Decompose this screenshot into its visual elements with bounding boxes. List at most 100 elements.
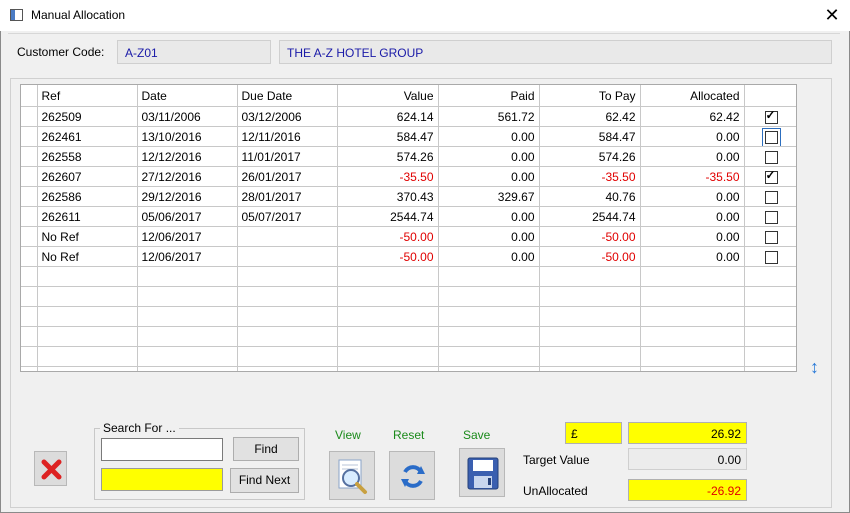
row-indicator[interactable] bbox=[21, 166, 38, 187]
magnifier-icon bbox=[338, 459, 367, 494]
empty-cell bbox=[539, 346, 641, 367]
row-indicator[interactable] bbox=[21, 126, 38, 147]
empty-cell bbox=[137, 306, 238, 327]
cell-allocated[interactable]: 0.00 bbox=[640, 206, 745, 227]
cell-allocated[interactable]: 0.00 bbox=[640, 186, 745, 207]
customer-code-field: A-Z01 bbox=[117, 40, 271, 64]
cell-ref: 262461 bbox=[37, 126, 138, 147]
allocate-checkbox[interactable] bbox=[764, 230, 778, 244]
floppy-disk-icon bbox=[467, 457, 499, 490]
select-cell bbox=[744, 146, 796, 167]
delete-button[interactable] bbox=[34, 451, 67, 486]
table-row[interactable]: No Ref 12/06/2017 -50.00 0.00 -50.00 0.00 bbox=[21, 246, 796, 267]
empty-cell bbox=[539, 326, 641, 347]
cell-value: 370.43 bbox=[337, 186, 439, 207]
column-header-paid[interactable]: Paid bbox=[438, 85, 540, 107]
table-row[interactable]: 262558 12/12/2016 11/01/2017 574.26 0.00 574.… bbox=[21, 146, 796, 167]
allocate-checkbox[interactable] bbox=[764, 108, 778, 124]
row-indicator-header bbox=[21, 85, 38, 107]
column-header-value[interactable]: Value bbox=[337, 85, 439, 107]
row-indicator[interactable] bbox=[21, 226, 38, 247]
column-header-date[interactable]: Date bbox=[137, 85, 238, 107]
select-cell bbox=[744, 186, 796, 207]
cell-allocated[interactable]: -35.50 bbox=[640, 166, 745, 187]
empty-cell bbox=[438, 366, 540, 371]
empty-cell bbox=[37, 306, 138, 327]
table-row[interactable]: 262461 13/10/2016 12/11/2016 584.47 0.00 584.… bbox=[21, 126, 796, 147]
empty-cell bbox=[21, 326, 38, 347]
cell-due-date: 05/07/2017 bbox=[237, 206, 338, 227]
currency-field: £ bbox=[565, 422, 622, 444]
cell-allocated[interactable]: 0.00 bbox=[640, 146, 745, 167]
empty-cell bbox=[337, 266, 439, 287]
empty-cell bbox=[237, 286, 338, 307]
view-label: View bbox=[335, 428, 361, 442]
column-header-allocated[interactable]: Allocated bbox=[640, 85, 745, 107]
table-row[interactable]: 262611 05/06/2017 05/07/2017 2544.74 0.00 254… bbox=[21, 206, 796, 227]
find-next-button[interactable]: Find Next bbox=[230, 468, 299, 493]
cell-to-pay: -35.50 bbox=[539, 166, 641, 187]
cell-due-date: 03/12/2006 bbox=[237, 106, 338, 127]
row-indicator[interactable] bbox=[21, 186, 38, 207]
find-button[interactable]: Find bbox=[233, 437, 299, 461]
top-total-field: 26.92 bbox=[628, 422, 747, 444]
empty-cell bbox=[237, 266, 338, 287]
row-indicator[interactable] bbox=[21, 246, 38, 267]
empty-cell bbox=[539, 266, 641, 287]
empty-row bbox=[21, 366, 796, 371]
empty-cell bbox=[21, 306, 38, 327]
empty-cell bbox=[21, 346, 38, 367]
cell-due-date: 12/11/2016 bbox=[237, 126, 338, 147]
allocation-grid[interactable]: Ref Date Due Date Value Paid To Pay Allo… bbox=[20, 84, 797, 372]
allocate-checkbox[interactable] bbox=[761, 127, 781, 146]
empty-cell bbox=[438, 286, 540, 307]
cell-ref: 262607 bbox=[37, 166, 138, 187]
row-indicator[interactable] bbox=[21, 106, 38, 127]
table-row[interactable]: 262607 27/12/2016 26/01/2017 -35.50 0.00 -35.… bbox=[21, 166, 796, 187]
empty-cell bbox=[337, 306, 439, 327]
row-indicator[interactable] bbox=[21, 206, 38, 227]
empty-cell bbox=[438, 326, 540, 347]
column-header-due-date[interactable]: Due Date bbox=[237, 85, 338, 107]
view-button[interactable] bbox=[329, 451, 375, 500]
cell-to-pay: 40.76 bbox=[539, 186, 641, 207]
target-value-label: Target Value bbox=[523, 453, 590, 467]
allocate-checkbox[interactable] bbox=[764, 250, 778, 264]
resize-handle-icon[interactable]: ↕ bbox=[810, 357, 819, 378]
allocate-checkbox[interactable] bbox=[764, 150, 778, 164]
empty-cell bbox=[237, 306, 338, 327]
column-header-to-pay[interactable]: To Pay bbox=[539, 85, 641, 107]
search-input[interactable] bbox=[101, 438, 223, 461]
cell-date: 03/11/2006 bbox=[137, 106, 238, 127]
reset-button[interactable] bbox=[389, 451, 435, 500]
empty-cell bbox=[640, 306, 745, 327]
allocate-checkbox[interactable] bbox=[764, 190, 778, 204]
empty-cell bbox=[137, 286, 238, 307]
empty-cell bbox=[539, 366, 641, 371]
cell-ref: 262509 bbox=[37, 106, 138, 127]
empty-cell bbox=[137, 366, 238, 371]
cell-allocated[interactable]: 0.00 bbox=[640, 246, 745, 267]
empty-cell bbox=[21, 286, 38, 307]
table-row[interactable]: No Ref 12/06/2017 -50.00 0.00 -50.00 0.00 bbox=[21, 226, 796, 247]
customer-name-field: THE A-Z HOTEL GROUP bbox=[279, 40, 832, 64]
cell-allocated[interactable]: 62.42 bbox=[640, 106, 745, 127]
cell-paid: 329.67 bbox=[438, 186, 540, 207]
cell-paid: 0.00 bbox=[438, 146, 540, 167]
allocate-checkbox[interactable] bbox=[764, 168, 778, 184]
cell-allocated[interactable]: 0.00 bbox=[640, 126, 745, 147]
table-row[interactable]: 262509 03/11/2006 03/12/2006 624.14 561.72 62… bbox=[21, 106, 796, 127]
window-title: Manual Allocation bbox=[31, 8, 126, 22]
cell-to-pay: -50.00 bbox=[539, 246, 641, 267]
row-indicator[interactable] bbox=[21, 146, 38, 167]
grid-header-row: Ref Date Due Date Value Paid To Pay Allo… bbox=[21, 85, 796, 107]
cell-allocated[interactable]: 0.00 bbox=[640, 226, 745, 247]
select-cell bbox=[744, 206, 796, 227]
cell-ref: 262558 bbox=[37, 146, 138, 167]
column-header-ref[interactable]: Ref bbox=[37, 85, 138, 107]
cell-date: 13/10/2016 bbox=[137, 126, 238, 147]
table-row[interactable]: 262586 29/12/2016 28/01/2017 370.43 329.67 40… bbox=[21, 186, 796, 207]
close-icon[interactable]: ✕ bbox=[822, 5, 842, 25]
save-button[interactable] bbox=[459, 448, 505, 497]
allocate-checkbox[interactable] bbox=[764, 210, 778, 224]
